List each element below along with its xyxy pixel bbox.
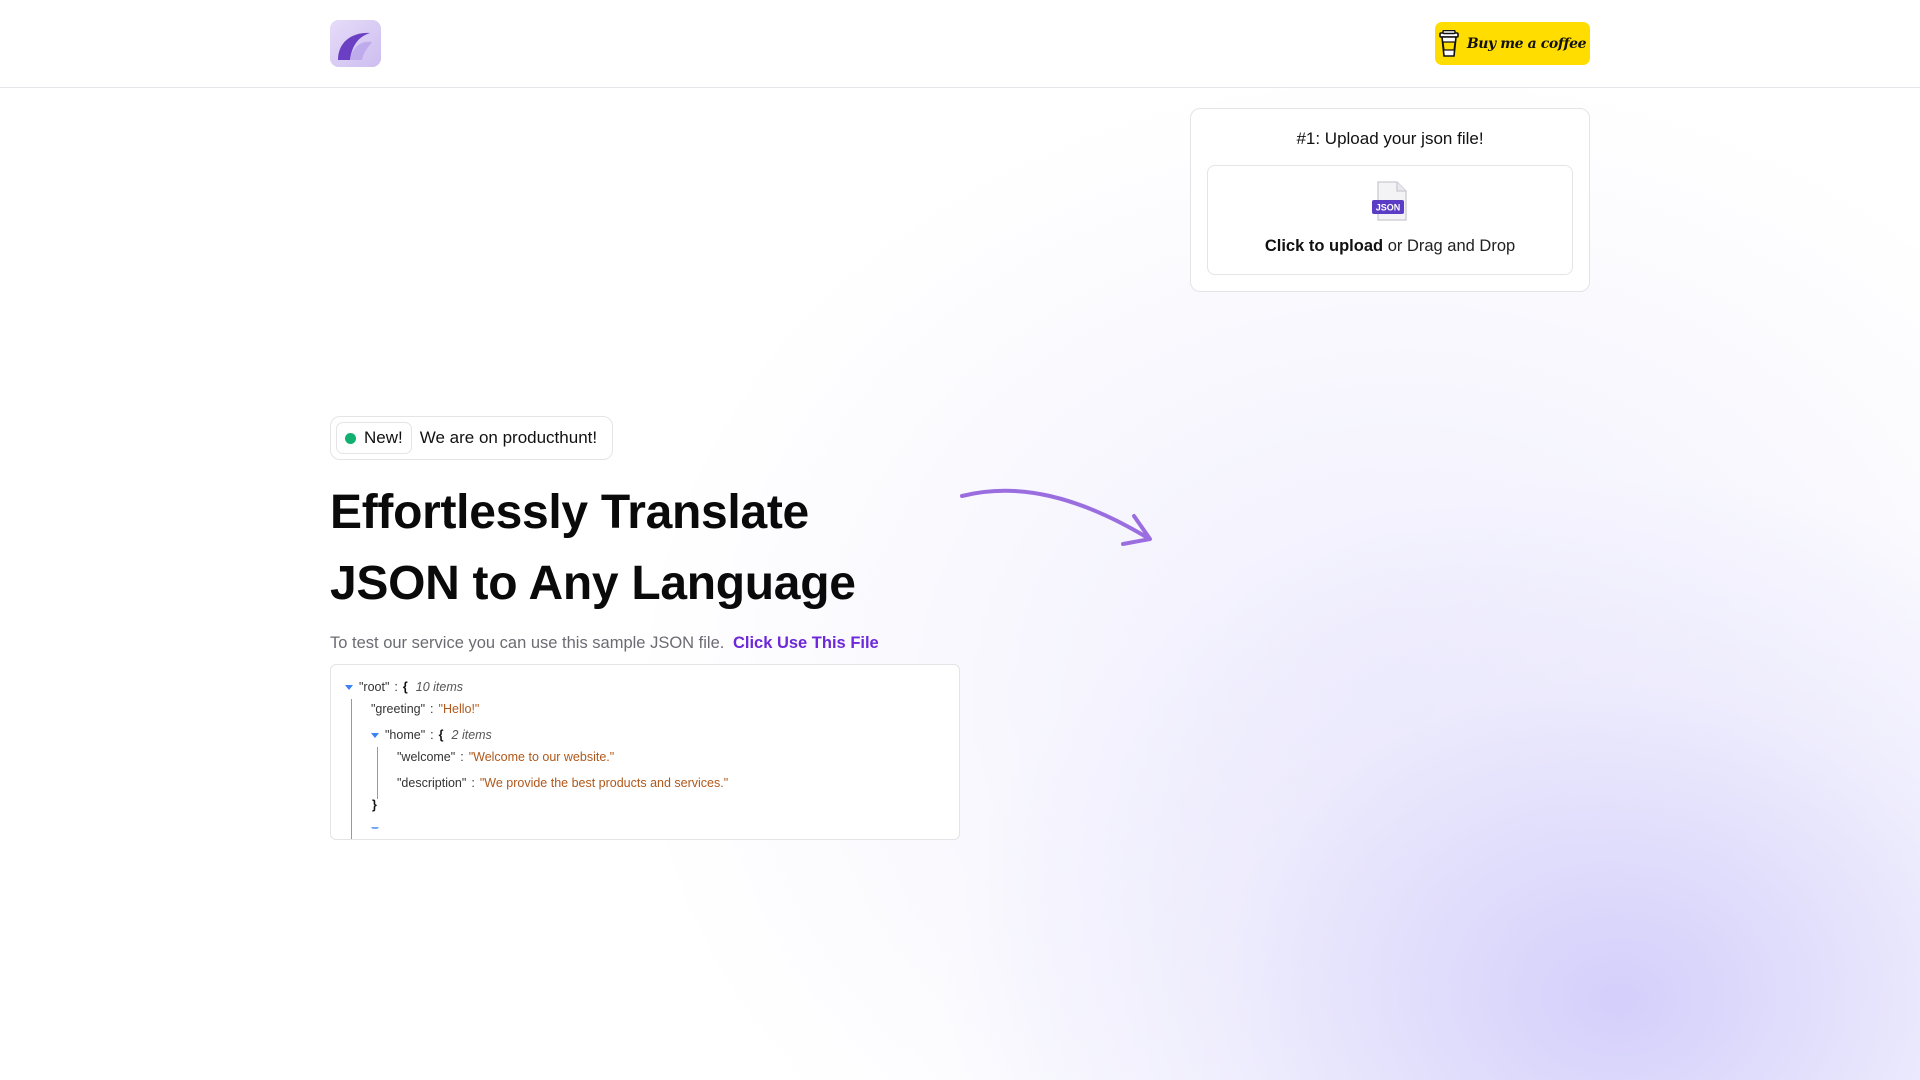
sample-text: To test our service you can use this sam… [330,634,725,652]
json-file-icon: JSON [1372,181,1407,221]
upload-instructions: Click to upload or Drag and Drop [1208,237,1572,256]
sample-instructions: To test our service you can use this sam… [330,634,879,653]
upload-title: #1: Upload your json file! [1296,129,1484,148]
new-pill: New! [336,422,412,454]
item-count: 2 items [451,728,492,742]
tree-guide-line [377,747,378,799]
app-logo-icon[interactable] [330,20,381,67]
bmc-label: Buy me a coffee [1466,35,1587,52]
tree-guide-line [351,699,352,839]
hero-title-line-2: JSON to Any Language [330,557,856,610]
curved-arrow-icon [960,488,1152,546]
top-header: Buy me a coffee [0,0,1920,88]
json-row-greeting: "greeting": "Hello!" [371,702,480,716]
file-dropzone[interactable]: JSON Click to upload or Drag and Drop [1207,165,1573,275]
collapse-caret-icon[interactable] [345,685,353,691]
svg-text:JSON: JSON [1376,203,1401,213]
producthunt-text: We are on producthunt! [419,428,598,447]
collapse-caret-icon[interactable] [371,827,379,829]
drag-drop-label: or Drag and Drop [1387,237,1516,255]
hero-title-line-1: Effortlessly Translate [330,486,809,539]
upload-card: #1: Upload your json file! JSON Click to… [1190,108,1590,292]
json-row-partial [371,821,385,829]
json-preview: "root":{10 items "greeting": "Hello!" "ho… [330,664,960,840]
json-row-root: "root":{10 items [345,679,463,695]
json-row-welcome: "welcome": "Welcome to our website." [397,750,615,764]
buy-me-a-coffee-button[interactable]: Buy me a coffee [1435,22,1590,65]
item-count: 10 items [415,680,464,694]
coffee-cup-icon [1439,29,1459,57]
json-row-description: "description": "We provide the best produ… [397,776,729,790]
new-label: New! [364,428,403,447]
click-to-upload-label[interactable]: Click to upload [1265,237,1383,255]
use-sample-file-link[interactable]: Click Use This File [733,634,879,652]
hero-title: Effortlessly Translate JSON to Any Langu… [330,477,980,619]
collapse-caret-icon[interactable] [371,733,379,739]
status-dot-icon [345,432,356,444]
producthunt-badge[interactable]: New! We are on producthunt! [330,416,613,460]
json-row-close: } [372,798,377,812]
json-row-home: "home":{2 items [371,727,492,743]
